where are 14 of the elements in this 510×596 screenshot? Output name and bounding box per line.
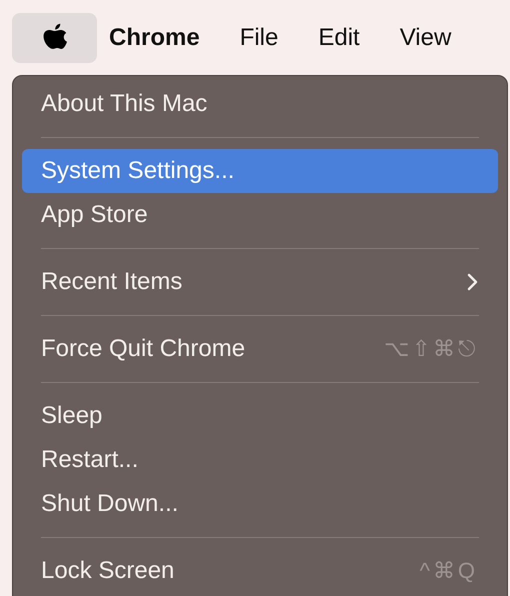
menu-bar-item[interactable]: Edit xyxy=(298,24,380,52)
menu-bar-item[interactable]: View xyxy=(380,24,472,52)
menu-item[interactable]: Shut Down... xyxy=(22,482,498,526)
menu-item[interactable]: Sleep xyxy=(22,394,498,438)
menu-item[interactable]: Recent Items xyxy=(22,260,498,304)
menu-item[interactable]: Force Quit Chrome ⌥⇧⌘⎋ xyxy=(22,327,498,371)
menu-item[interactable]: Restart... xyxy=(22,438,498,482)
keyboard-shortcut: ⌥⇧⌘⎋ xyxy=(384,336,478,362)
menu-item[interactable]: About This Mac xyxy=(22,82,498,126)
apple-menu-button[interactable] xyxy=(12,12,97,62)
menu-item[interactable]: App Store xyxy=(22,193,498,237)
menu-bar-item[interactable]: Chrome xyxy=(97,24,220,52)
menu-item[interactable]: System Settings... xyxy=(22,149,498,193)
menu-bar-item[interactable]: File xyxy=(220,24,298,52)
